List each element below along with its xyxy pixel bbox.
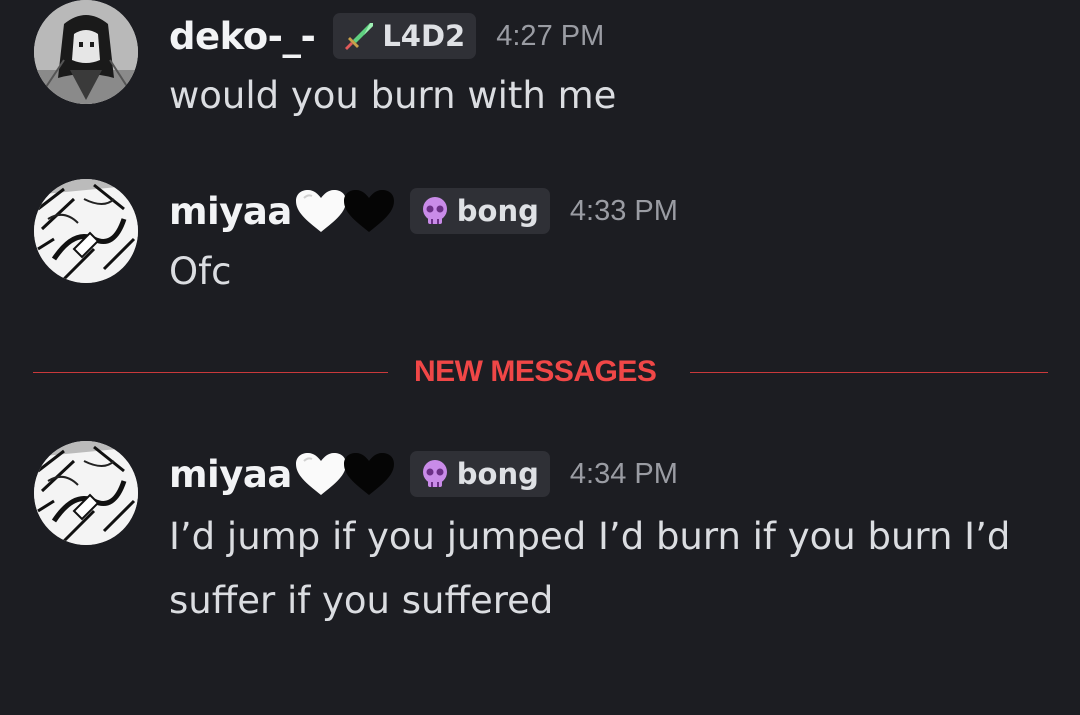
server-tag-label: bong (456, 457, 539, 491)
username-hearts (294, 451, 396, 497)
white-heart-icon (295, 190, 346, 232)
avatar-image (34, 441, 138, 545)
timestamp[interactable]: 4:33 PM (570, 195, 678, 228)
avatar[interactable] (34, 179, 138, 283)
new-messages-divider: NEW MESSAGES (33, 355, 1048, 388)
server-tag[interactable]: bong (409, 188, 550, 234)
black-heart-icon (343, 453, 394, 495)
avatar-image (34, 0, 138, 104)
message-text: I’d jump if you jumped I’d burn if you b… (169, 515, 1011, 622)
server-tag-label: L4D2 (382, 19, 466, 53)
message-text: would you burn with me (169, 74, 617, 117)
message-header: deko-_- L4D2 4:27 PM (169, 11, 604, 61)
username[interactable]: miyaa (169, 190, 292, 233)
new-messages-label: NEW MESSAGES (414, 355, 657, 388)
timestamp[interactable]: 4:34 PM (570, 458, 678, 491)
server-tag-label: bong (456, 194, 539, 228)
username[interactable]: deko-_- (169, 15, 316, 58)
chat-messages: deko-_- L4D2 4:27 PM would you burn with… (0, 0, 1080, 715)
white-heart-icon (295, 453, 346, 495)
username[interactable]: miyaa (169, 453, 292, 496)
skull-icon (422, 460, 447, 487)
message-text: Ofc (169, 250, 232, 293)
divider-line (33, 372, 388, 373)
avatar[interactable] (34, 0, 138, 104)
message-header: miyaa bong (169, 449, 678, 499)
skull-icon (422, 197, 447, 224)
username-hearts (294, 188, 396, 234)
timestamp[interactable]: 4:27 PM (496, 20, 604, 53)
divider-line (690, 372, 1048, 373)
avatar[interactable] (34, 441, 138, 545)
sword-icon (345, 23, 374, 50)
server-tag[interactable]: L4D2 (333, 13, 477, 59)
avatar-image (34, 179, 138, 283)
message-header: miyaa bong (169, 186, 678, 236)
server-tag[interactable]: bong (409, 451, 550, 497)
black-heart-icon (343, 190, 394, 232)
